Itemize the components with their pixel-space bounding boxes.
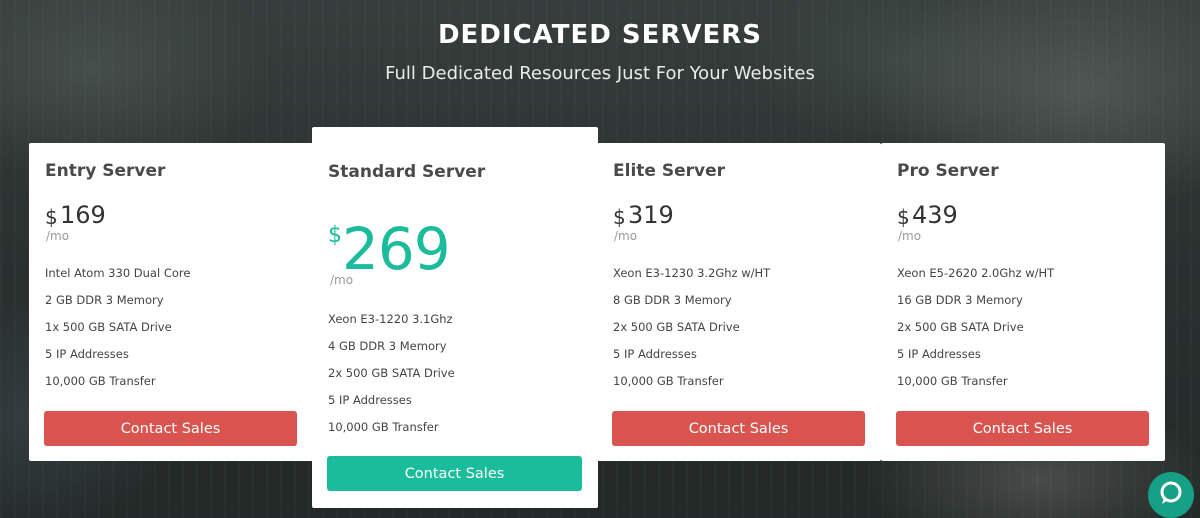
price-period: /mo xyxy=(614,229,638,243)
currency-symbol: $ xyxy=(613,205,626,229)
plan-feature: 10,000 GB Transfer xyxy=(613,374,724,388)
plan-card-entry: Entry Server $ 169 /mo Intel Atom 330 Du… xyxy=(29,143,313,461)
plan-card-elite: Elite Server $ 319 /mo Xeon E3-1230 3.2G… xyxy=(597,143,881,461)
plan-card-pro: Pro Server $ 439 /mo Xeon E5-2620 2.0Ghz… xyxy=(881,143,1165,461)
plan-card-standard: Standard Server $ 269 /mo Xeon E3-1220 3… xyxy=(312,127,598,508)
plan-feature: 1x 500 GB SATA Drive xyxy=(45,320,172,334)
plan-feature: 2x 500 GB SATA Drive xyxy=(613,320,740,334)
currency-symbol: $ xyxy=(897,205,910,229)
plan-feature: Xeon E3-1220 3.1Ghz xyxy=(328,312,453,326)
plan-feature: 10,000 GB Transfer xyxy=(45,374,156,388)
price-amount: 439 xyxy=(912,201,958,229)
plan-feature: 2 GB DDR 3 Memory xyxy=(45,293,164,307)
plan-name: Pro Server xyxy=(897,161,999,181)
plan-name: Elite Server xyxy=(613,161,725,181)
contact-sales-button[interactable]: Contact Sales xyxy=(327,456,582,491)
price-amount: 319 xyxy=(628,201,674,229)
plan-feature: Xeon E3-1230 3.2Ghz w/HT xyxy=(613,266,771,280)
plan-feature: 2x 500 GB SATA Drive xyxy=(897,320,1024,334)
currency-symbol: $ xyxy=(45,205,58,229)
plan-feature: Intel Atom 330 Dual Core xyxy=(45,266,191,280)
plan-feature: 8 GB DDR 3 Memory xyxy=(613,293,732,307)
contact-sales-button[interactable]: Contact Sales xyxy=(896,411,1149,446)
contact-sales-button[interactable]: Contact Sales xyxy=(612,411,865,446)
plan-feature: 5 IP Addresses xyxy=(45,347,129,361)
currency-symbol: $ xyxy=(328,223,342,248)
plan-feature: 10,000 GB Transfer xyxy=(328,420,439,434)
plan-feature: 4 GB DDR 3 Memory xyxy=(328,339,447,353)
plan-feature: 16 GB DDR 3 Memory xyxy=(897,293,1023,307)
price-amount: 169 xyxy=(60,201,106,229)
plan-feature: 5 IP Addresses xyxy=(897,347,981,361)
plan-feature: 5 IP Addresses xyxy=(613,347,697,361)
plan-feature: Xeon E5-2620 2.0Ghz w/HT xyxy=(897,266,1055,280)
price-period: /mo xyxy=(330,273,354,287)
plan-feature: 10,000 GB Transfer xyxy=(897,374,1008,388)
chat-bubble-icon xyxy=(1158,480,1184,510)
plan-feature: 2x 500 GB SATA Drive xyxy=(328,366,455,380)
plan-feature: 5 IP Addresses xyxy=(328,393,412,407)
section-title: DEDICATED SERVERS xyxy=(437,20,763,50)
plan-name: Entry Server xyxy=(45,161,166,181)
price-period: /mo xyxy=(898,229,922,243)
plan-name: Standard Server xyxy=(328,162,486,182)
price-period: /mo xyxy=(46,229,70,243)
chat-widget-button[interactable] xyxy=(1148,472,1194,518)
contact-sales-button[interactable]: Contact Sales xyxy=(44,411,297,446)
section-subtitle: Full Dedicated Resources Just For Your W… xyxy=(385,63,815,84)
price-amount: 269 xyxy=(342,215,451,283)
